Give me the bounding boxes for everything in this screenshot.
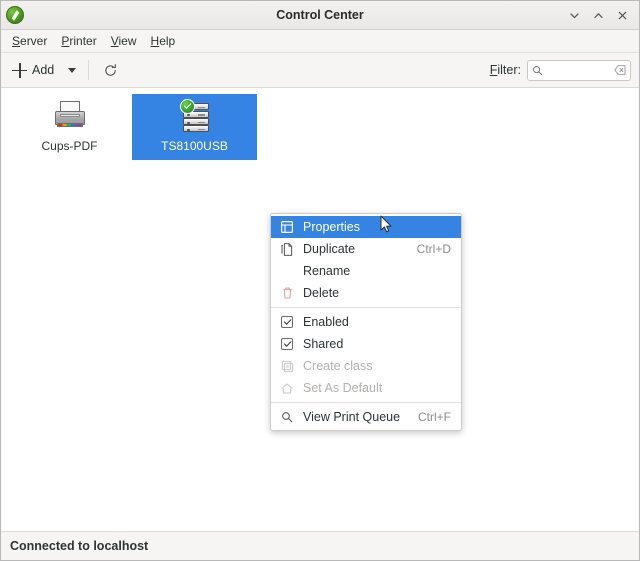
caret-down-icon[interactable] — [68, 67, 77, 73]
context-menu-label: Properties — [303, 220, 360, 234]
menu-help-label: elp — [159, 34, 176, 48]
app-logo-icon — [6, 6, 24, 24]
context-menu-label: Duplicate — [303, 242, 356, 256]
clear-entry-icon[interactable] — [613, 65, 626, 76]
status-text: Connected to localhost — [10, 539, 149, 553]
context-menu-label: Delete — [303, 286, 340, 300]
menu-printer-label: rinter — [69, 34, 97, 48]
search-icon — [532, 65, 543, 76]
context-menu-label: Set As Default — [303, 381, 383, 395]
printer-icon-view[interactable]: Cups-PDF TS8100USB Properties Duplicate … — [1, 88, 639, 531]
refresh-button[interactable] — [99, 59, 121, 81]
titlebar: Control Center — [1, 1, 639, 30]
search-icon — [279, 409, 295, 425]
menu-view-label: iew — [118, 34, 137, 48]
filter-label: Filter: — [489, 63, 521, 77]
context-menu-item-create-class: Create class — [271, 355, 461, 377]
maximize-button[interactable] — [587, 4, 609, 26]
context-menu-label: Rename — [303, 264, 351, 278]
printer-item-ts8100usb[interactable]: TS8100USB — [132, 94, 257, 160]
menu-server-label: erver — [20, 34, 48, 48]
control-center-window: Control Center Server Printer View Help … — [0, 0, 640, 561]
toolbar: Add Filter: — [1, 53, 639, 88]
checkbox-checked-icon[interactable] — [279, 336, 295, 352]
enabled-check-badge-icon — [179, 99, 195, 114]
context-menu-item-view-print-queue[interactable]: View Print Queue Ctrl+F — [271, 406, 461, 428]
context-menu-item-duplicate[interactable]: Duplicate Ctrl+D — [271, 238, 461, 260]
context-menu-item-enabled[interactable]: Enabled — [271, 311, 461, 333]
minimize-button[interactable] — [563, 4, 585, 26]
context-menu-item-set-as-default: Set As Default — [271, 377, 461, 399]
add-printer-button[interactable]: Add — [7, 57, 68, 83]
printer-server-stack-icon — [178, 99, 212, 134]
context-menu-item-delete[interactable]: Delete — [271, 282, 461, 304]
filter-input[interactable] — [543, 63, 613, 77]
context-menu-accel: Ctrl+F — [418, 410, 451, 424]
trash-icon — [279, 285, 295, 301]
menu-printer[interactable]: Printer — [54, 32, 103, 50]
printer-item-label: TS8100USB — [161, 139, 228, 153]
window-title: Control Center — [276, 8, 364, 22]
printer-icon — [53, 100, 87, 134]
context-menu-label: Enabled — [303, 315, 349, 329]
menubar: Server Printer View Help — [1, 30, 639, 53]
context-menu-item-shared[interactable]: Shared — [271, 333, 461, 355]
home-icon — [279, 380, 295, 396]
printer-item-cups-pdf[interactable]: Cups-PDF — [7, 94, 132, 160]
statusbar: Connected to localhost — [1, 531, 639, 560]
no-icon — [279, 263, 295, 279]
context-menu-label: View Print Queue — [303, 410, 401, 424]
printer-context-menu: Properties Duplicate Ctrl+D Rename Delet… — [270, 213, 462, 431]
checkbox-checked-icon[interactable] — [279, 314, 295, 330]
context-menu-accel: Ctrl+D — [416, 242, 451, 256]
duplicate-icon — [279, 241, 295, 257]
add-button-label: Add — [32, 63, 55, 77]
menu-server[interactable]: Server — [5, 32, 54, 50]
printer-grid: Cups-PDF TS8100USB — [1, 88, 639, 160]
window-controls — [563, 4, 633, 26]
context-menu-separator — [271, 402, 461, 403]
filter-input-wrap[interactable] — [527, 59, 631, 81]
context-menu-label: Create class — [303, 359, 373, 373]
create-class-icon — [279, 358, 295, 374]
context-menu-item-properties[interactable]: Properties — [271, 216, 461, 238]
menu-help[interactable]: Help — [144, 32, 183, 50]
context-menu-item-rename[interactable]: Rename — [271, 260, 461, 282]
menu-view[interactable]: View — [104, 32, 144, 50]
plus-icon — [12, 62, 27, 78]
context-menu-separator — [271, 307, 461, 308]
properties-icon — [279, 219, 295, 235]
toolbar-separator — [88, 60, 90, 80]
close-button[interactable] — [611, 4, 633, 26]
filter-zone: Filter: — [489, 59, 631, 81]
printer-item-label: Cups-PDF — [41, 139, 98, 153]
context-menu-label: Shared — [303, 337, 344, 351]
